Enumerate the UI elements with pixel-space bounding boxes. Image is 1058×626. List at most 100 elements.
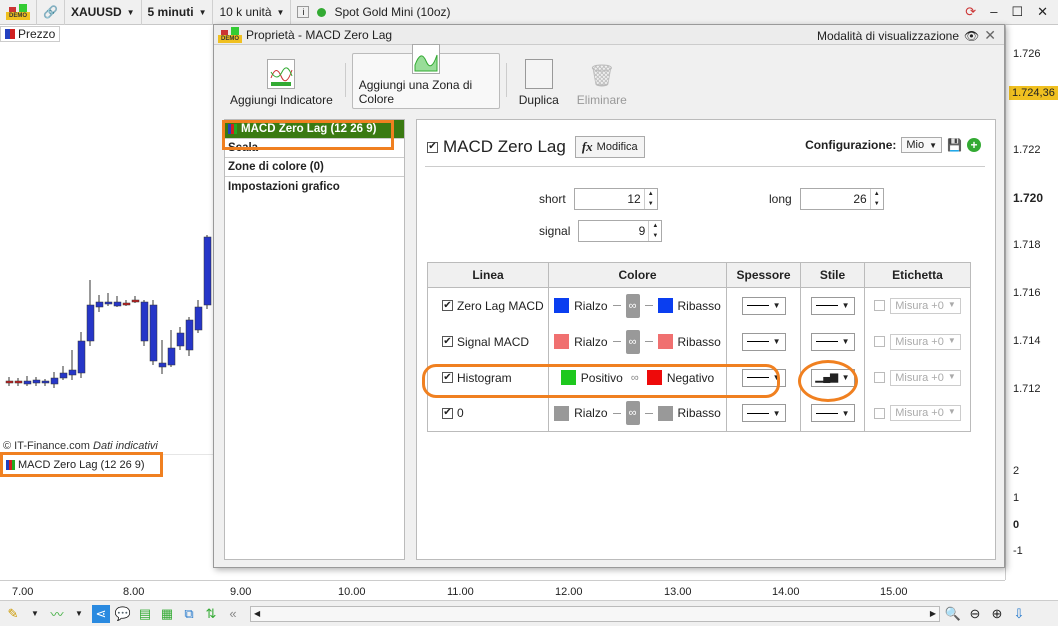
orderbook-icon[interactable]: ▦ <box>158 605 176 623</box>
scroll-left-icon[interactable]: ◀ <box>254 609 260 618</box>
label-dropdown[interactable]: Misura +0 ▼ <box>890 369 961 386</box>
chevron-down-icon[interactable]: ▼ <box>70 605 88 623</box>
chart-scrollbar[interactable]: ◀ ▶ <box>250 605 940 622</box>
minimize-button[interactable]: – <box>990 4 997 20</box>
highlight-annotation <box>798 360 858 402</box>
refresh-icon[interactable]: ⟳ <box>965 4 976 20</box>
close-button[interactable]: ✕ <box>1037 4 1048 20</box>
trade-icon[interactable]: ⇅ <box>202 605 220 623</box>
candle <box>104 301 113 305</box>
zoom-fit-icon[interactable]: 🔍 <box>944 605 962 623</box>
dialog-toolbar: Aggiungi Indicatore Aggiungi una Zona di… <box>214 44 1004 115</box>
add-color-zone-button[interactable]: Aggiungi una Zona di Colore <box>351 44 500 109</box>
label-checkbox[interactable] <box>874 372 886 383</box>
line-visible-checkbox[interactable]: ✔ <box>442 336 453 347</box>
config-select[interactable]: Mio ▼ <box>901 137 943 153</box>
indicator-visible-checkbox[interactable]: ✔ <box>427 141 438 153</box>
delete-button[interactable]: 🗑 Eliminare <box>571 53 633 109</box>
column-header: Colore <box>548 262 727 288</box>
duplicate-button[interactable]: Duplica <box>513 53 565 109</box>
indicators-icon[interactable]: 〰 <box>48 605 66 623</box>
style-dropdown[interactable]: ▼ <box>810 404 855 423</box>
column-header: Stile <box>800 262 865 288</box>
indicator-settings: ✔ MACD Zero Lag fx Modifica Configurazion… <box>416 119 996 560</box>
price-legend[interactable]: Prezzo <box>0 26 61 42</box>
add-indicator-button[interactable]: Aggiungi Indicatore <box>224 53 339 109</box>
share-icon[interactable]: ⋖ <box>92 604 110 623</box>
tree-item-color-zones[interactable]: Zone di colore (0) <box>225 158 404 177</box>
save-icon[interactable]: 💾 <box>947 138 962 152</box>
style-dropdown[interactable]: ▼ <box>810 296 855 315</box>
legend-label: Prezzo <box>18 27 56 41</box>
line-thickness-icon <box>746 412 769 414</box>
style-dropdown[interactable]: ▼ <box>810 332 855 351</box>
candle <box>95 301 104 308</box>
zoom-out-icon[interactable]: ⊖ <box>966 605 984 623</box>
price-axis[interactable]: 1.726 1.724,36 1.722 1.720 1.718 1.716 1… <box>1005 25 1058 580</box>
add-config-icon[interactable]: + <box>967 138 981 152</box>
time-axis[interactable]: 7.00 8.00 9.00 10.00 11.00 12.00 13.00 1… <box>0 580 1005 600</box>
spinner-arrows[interactable]: ▲ ▼ <box>643 189 657 209</box>
line-visible-checkbox[interactable]: ✔ <box>442 300 453 312</box>
label-checkbox[interactable] <box>874 300 886 312</box>
indicator-title: MACD Zero Lag <box>443 137 566 156</box>
time-label: 8.00 <box>123 586 145 598</box>
down-color-swatch[interactable] <box>657 405 673 421</box>
comment-icon[interactable]: 💬 <box>114 605 132 623</box>
signal-input[interactable]: 9 ▲ ▼ <box>578 220 663 242</box>
maximize-button[interactable]: ☐ <box>1011 4 1023 20</box>
eye-icon[interactable]: 👁 <box>964 29 979 43</box>
link-colors-icon[interactable]: ∞ <box>625 401 640 426</box>
line-name: Signal MACD <box>457 334 530 349</box>
macd-legend[interactable]: MACD Zero Lag (12 26 9) <box>0 452 163 477</box>
down-color-label: Ribasso <box>677 298 721 313</box>
zoom-in-icon[interactable]: ⊕ <box>988 605 1006 623</box>
scroll-end-icon[interactable]: ⇩ <box>1010 605 1028 623</box>
link-icon[interactable]: 🔗 <box>37 0 65 25</box>
report-icon[interactable]: ▤ <box>136 605 154 623</box>
thickness-dropdown[interactable]: ▼ <box>741 332 786 351</box>
bottom-toolbar: ✎ ▼ 〰 ▼ ⋖ 💬 ▤ ▦ ⧉ ⇅ « ◀ ▶ 🔍 ⊖ ⊕ ⇩ <box>0 600 1058 626</box>
tree-item-chart-settings[interactable]: Impostazioni grafico <box>225 177 404 196</box>
chevron-down-icon: ▼ <box>947 371 956 381</box>
link-colors-icon[interactable]: ∞ <box>625 329 640 354</box>
spinner-arrows[interactable]: ▲ ▼ <box>869 189 883 209</box>
instrument-name: Spot Gold Mini (10oz) <box>334 5 451 19</box>
dialog-close-button[interactable]: ✕ <box>984 27 996 44</box>
line-visible-checkbox[interactable]: ✔ <box>442 407 453 419</box>
thickness-dropdown[interactable]: ▼ <box>741 296 786 315</box>
column-header: Linea <box>427 262 549 288</box>
collapse-icon[interactable]: « <box>224 605 242 623</box>
link-colors-icon[interactable]: ∞ <box>625 293 640 318</box>
spinner-arrows[interactable]: ▲ ▼ <box>648 221 661 241</box>
up-color-swatch[interactable] <box>554 334 570 349</box>
units-selector[interactable]: 10 k unità ▼ <box>213 0 292 25</box>
short-input[interactable]: 12 ▲ ▼ <box>573 188 658 210</box>
thickness-dropdown[interactable]: ▼ <box>741 404 786 423</box>
label-checkbox[interactable] <box>874 336 886 347</box>
modify-label: Modifica <box>596 141 638 153</box>
label-dropdown[interactable]: Misura +0 ▼ <box>890 405 961 422</box>
scroll-right-icon[interactable]: ▶ <box>930 609 936 618</box>
drawing-tools-icon[interactable]: ✎ <box>4 605 22 623</box>
windows-icon[interactable]: ⧉ <box>180 605 198 623</box>
long-input[interactable]: 26 ▲ ▼ <box>799 188 884 210</box>
label-checkbox[interactable] <box>874 407 886 419</box>
view-mode[interactable]: Modalità di visualizzazione 👁 ✕ <box>817 27 996 44</box>
up-color-swatch[interactable] <box>554 298 570 314</box>
down-color-label: Ribasso <box>677 406 721 421</box>
price-label: 1.718 <box>1013 239 1041 251</box>
chevron-down-icon[interactable]: ▼ <box>26 605 44 623</box>
up-color-swatch[interactable] <box>554 405 570 421</box>
label-dropdown[interactable]: Misura +0 ▼ <box>890 297 961 314</box>
time-label: 13.00 <box>664 586 692 598</box>
down-color-swatch[interactable] <box>657 334 673 349</box>
candle <box>23 380 32 385</box>
down-color-swatch[interactable] <box>657 298 673 314</box>
timeframe-selector[interactable]: 5 minuti ▼ <box>142 0 214 25</box>
symbol-selector[interactable]: XAUUSD ▼ <box>65 0 142 25</box>
modify-button[interactable]: fx Modifica <box>574 136 645 158</box>
label-dropdown[interactable]: Misura +0 ▼ <box>890 333 961 350</box>
column-header: Spessore <box>726 262 801 288</box>
info-icon[interactable]: i <box>297 6 310 18</box>
